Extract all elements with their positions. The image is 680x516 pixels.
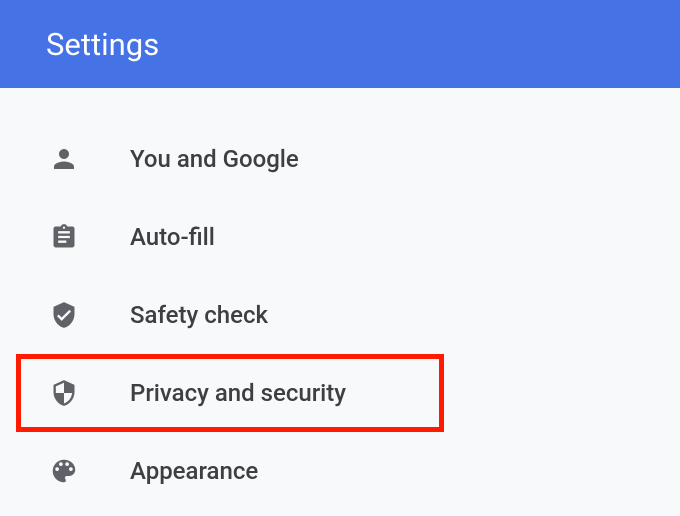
clipboard-icon	[48, 221, 80, 253]
palette-icon	[48, 455, 80, 487]
shield-check-icon	[48, 299, 80, 331]
menu-label: Appearance	[130, 457, 258, 485]
header: Settings	[0, 0, 680, 88]
menu-label: Privacy and security	[130, 379, 346, 407]
security-icon	[48, 377, 80, 409]
page-title: Settings	[46, 26, 159, 63]
menu-label: Auto-fill	[130, 223, 215, 251]
menu-label: You and Google	[130, 145, 299, 173]
menu-item-autofill[interactable]: Auto-fill	[0, 198, 680, 276]
menu-item-appearance[interactable]: Appearance	[0, 432, 680, 510]
person-icon	[48, 143, 80, 175]
settings-menu: You and Google Auto-fill Safety check Pr…	[0, 88, 680, 510]
menu-label: Safety check	[130, 301, 268, 329]
menu-item-safety-check[interactable]: Safety check	[0, 276, 680, 354]
menu-item-you-and-google[interactable]: You and Google	[0, 120, 680, 198]
menu-item-privacy-security[interactable]: Privacy and security	[16, 354, 444, 432]
